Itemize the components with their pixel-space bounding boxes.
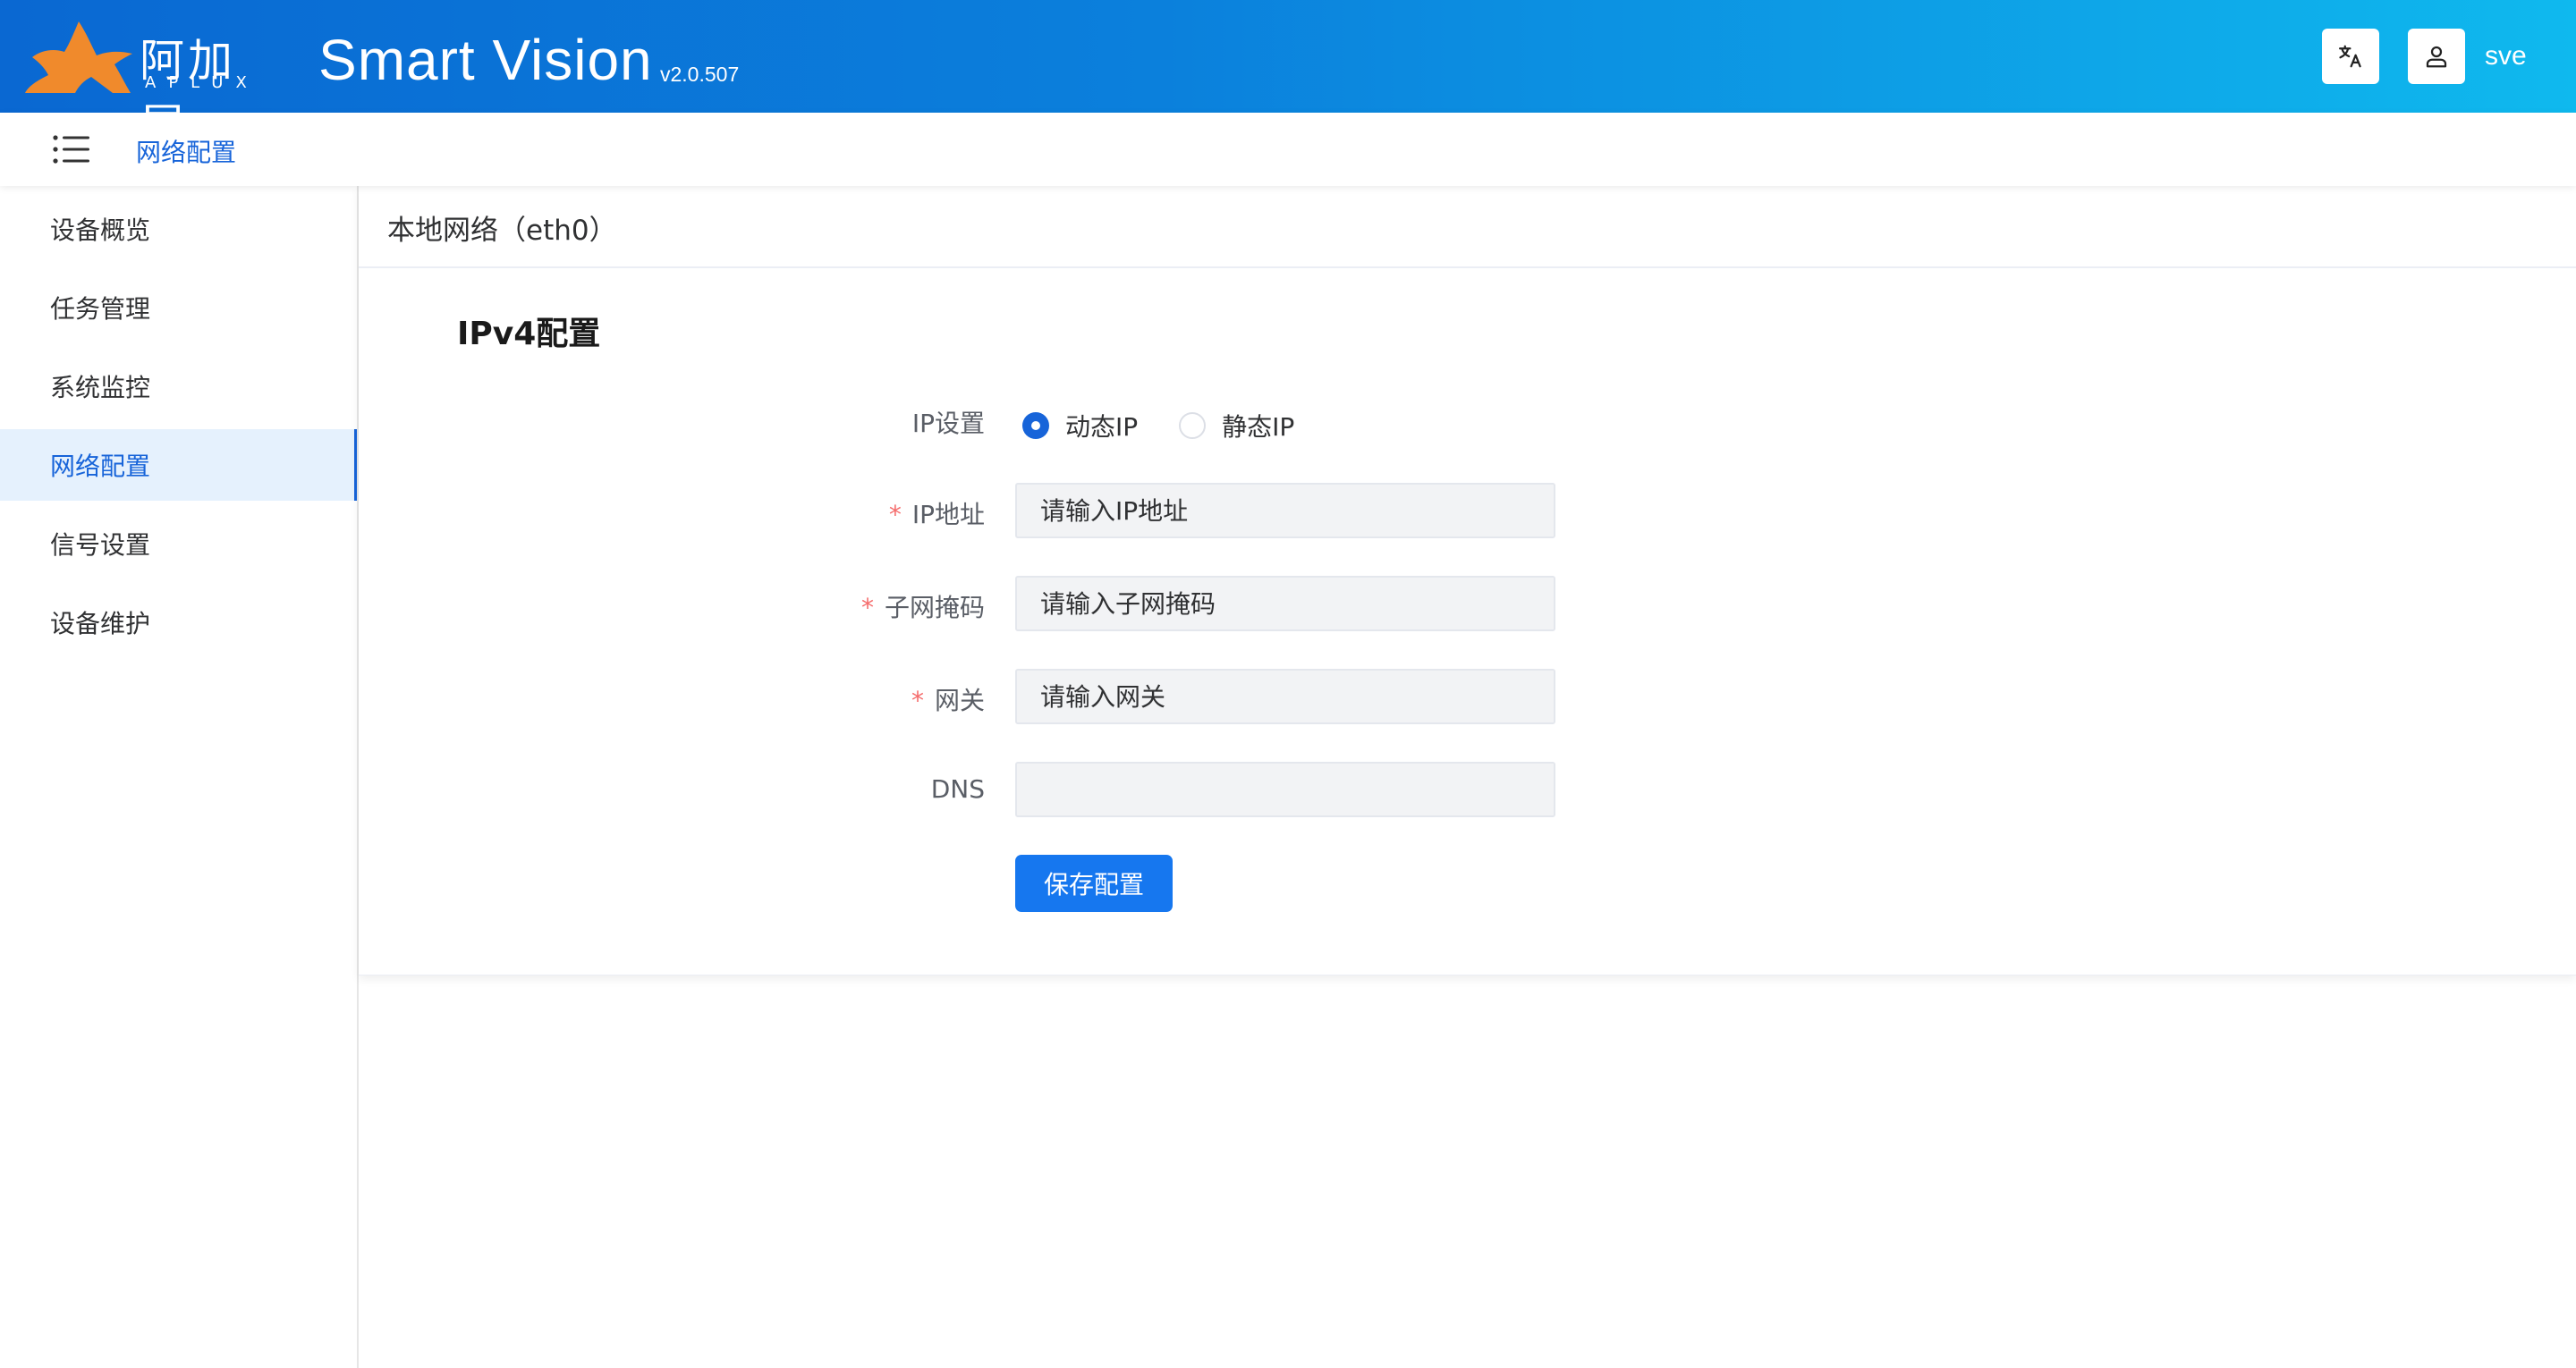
network-config-card: 本地网络（eth0） IPv4配置 IP设置 动态IP 静态IP * IP地址 *… — [359, 186, 2576, 975]
card-title: 本地网络（eth0） — [387, 215, 617, 247]
breadcrumb-current: 网络配置 — [136, 138, 237, 167]
radio-checked-icon[interactable] — [1022, 412, 1049, 439]
radio-dynamic-ip[interactable]: 动态IP — [1022, 408, 1138, 443]
menu-icon — [53, 135, 89, 164]
aplux-logo: 阿加犀 APLUX — [25, 18, 275, 151]
language-button[interactable] — [2322, 29, 2379, 84]
dns-label-text: DNS — [930, 774, 985, 804]
top-header: 阿加犀 APLUX Smart Vision v2.0.507 sve — [0, 0, 2576, 151]
sidebar-item-network-config[interactable]: 网络配置 — [0, 429, 357, 501]
sidebar-item-device-maintenance[interactable]: 设备维护 — [0, 587, 357, 658]
dns-input[interactable] — [1015, 762, 1555, 817]
sidebar: 设备概览 任务管理 系统监控 网络配置 信号设置 设备维护 — [0, 186, 359, 1368]
gateway-label-text: 网关 — [934, 686, 985, 715]
gateway-input[interactable] — [1015, 669, 1555, 724]
app-title: Smart Vision — [318, 28, 653, 92]
required-mark: * — [860, 593, 874, 622]
menu-toggle-button[interactable] — [52, 132, 91, 166]
ip-mode-radio-group: 动态IP 静态IP — [1022, 404, 1335, 447]
subnet-mask-input[interactable] — [1015, 576, 1555, 631]
radio-static-ip-label: 静态IP — [1222, 412, 1295, 442]
subnet-mask-label-text: 子网掩码 — [884, 593, 985, 622]
ip-address-label-text: IP地址 — [911, 500, 985, 529]
breadcrumb-bar: 网络配置 — [0, 113, 2576, 186]
logo-english-text: APLUX — [145, 73, 259, 92]
ip-setting-label: IP设置 — [912, 404, 985, 440]
translate-icon — [2339, 45, 2361, 68]
sidebar-item-task-management[interactable]: 任务管理 — [0, 272, 357, 343]
required-mark: * — [911, 686, 924, 715]
section-title: IPv4配置 — [457, 316, 601, 352]
card-header: 本地网络（eth0） — [359, 186, 2576, 268]
user-button[interactable] — [2408, 29, 2465, 84]
aplux-logo-icon — [25, 21, 132, 93]
required-mark: * — [888, 500, 902, 529]
save-config-button[interactable]: 保存配置 — [1015, 855, 1173, 912]
app-version: v2.0.507 — [660, 63, 740, 86]
user-icon — [2426, 46, 2447, 68]
ip-address-input[interactable] — [1015, 483, 1555, 538]
user-name[interactable]: sve — [2485, 41, 2527, 72]
sidebar-item-system-monitor[interactable]: 系统监控 — [0, 350, 357, 422]
sidebar-item-signal-settings[interactable]: 信号设置 — [0, 508, 357, 579]
radio-unchecked-icon[interactable] — [1179, 412, 1207, 439]
dns-label: DNS — [931, 774, 985, 804]
ip-setting-label-text: IP设置 — [911, 409, 985, 438]
subnet-mask-label: * 子网掩码 — [861, 588, 985, 624]
ip-address-label: * IP地址 — [889, 495, 985, 531]
gateway-label: * 网关 — [911, 681, 985, 717]
radio-static-ip[interactable]: 静态IP — [1179, 408, 1294, 443]
sidebar-item-device-overview[interactable]: 设备概览 — [0, 193, 357, 265]
radio-dynamic-ip-label: 动态IP — [1065, 412, 1139, 442]
